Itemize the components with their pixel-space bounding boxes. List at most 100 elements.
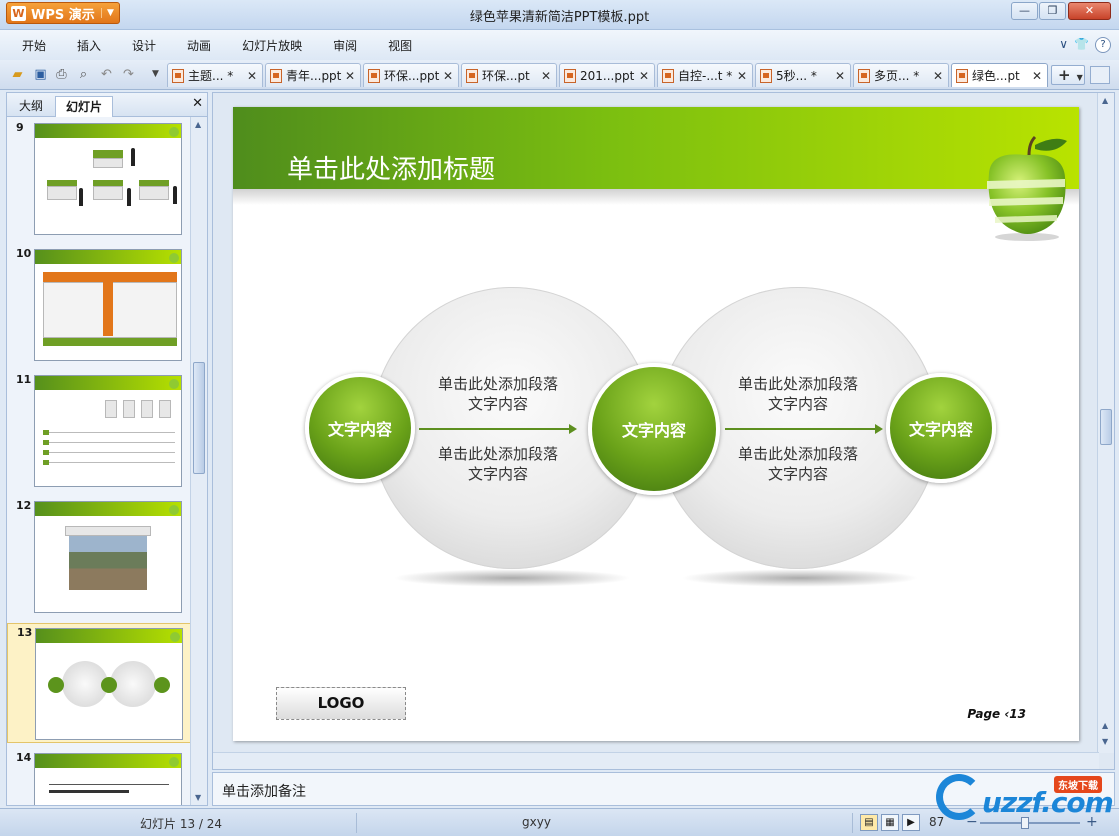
- close-icon[interactable]: ✕: [834, 69, 846, 83]
- ppt-file-icon: [270, 68, 282, 83]
- close-icon[interactable]: ✕: [442, 69, 454, 83]
- ppt-file-icon: [466, 68, 478, 83]
- window-title: 绿色苹果清新简洁PPT模板.ppt: [469, 10, 650, 25]
- plus-icon: +: [1058, 66, 1071, 84]
- doc-tab-1[interactable]: 主题... * ✕: [167, 63, 263, 87]
- tab-list-button[interactable]: [1090, 66, 1110, 84]
- slide-thumbnail-row-selected[interactable]: 13: [7, 623, 191, 743]
- slide-thumbnail[interactable]: [35, 628, 183, 740]
- menu-view[interactable]: 视图: [388, 37, 412, 54]
- circle-shadow-left: [393, 569, 631, 587]
- close-panel-icon[interactable]: ✕: [192, 96, 203, 111]
- doc-tab-2[interactable]: 青年...ppt ✕: [265, 63, 361, 87]
- skin-shirt-icon[interactable]: 👕: [1074, 37, 1089, 53]
- menu-insert[interactable]: 插入: [77, 37, 101, 54]
- menu-design[interactable]: 设计: [132, 37, 156, 54]
- title-bar: W WPS 演示 ▼ 绿色苹果清新简洁PPT模板.ppt — ❐ ✕: [0, 0, 1119, 30]
- slide-thumbnail[interactable]: [34, 249, 182, 361]
- doc-tab-active[interactable]: 绿色...pt ✕: [951, 63, 1048, 87]
- tab-outline[interactable]: 大纲: [9, 96, 53, 117]
- slide-number: 11: [16, 373, 32, 386]
- paragraph-text-2b[interactable]: 单击此处添加段落文字内容: [718, 444, 878, 484]
- close-icon[interactable]: ✕: [1031, 69, 1043, 83]
- print-icon[interactable]: ⎙: [53, 66, 70, 83]
- arrow-connector-2: [725, 424, 883, 434]
- close-icon[interactable]: ✕: [638, 69, 650, 83]
- tab-slides[interactable]: 幻灯片: [55, 96, 114, 117]
- menu-slideshow[interactable]: 幻灯片放映: [242, 37, 302, 54]
- scroll-up-icon[interactable]: ▲: [1102, 96, 1108, 105]
- ppt-file-icon: [564, 68, 576, 83]
- slide-title-placeholder[interactable]: 单击此处添加标题: [287, 149, 495, 186]
- quick-access-toolbar: ▰ ▣ ⎙ ⌕ ↶ ↷ ▼ 主题... * ✕ 青年...ppt ✕ 环保...…: [0, 60, 1119, 90]
- print-preview-icon[interactable]: ⌕: [75, 66, 92, 83]
- thumbnail-scrollbar[interactable]: ▲ ▼: [190, 117, 207, 805]
- node-circle-2[interactable]: 文字内容: [588, 363, 720, 495]
- normal-view-icon[interactable]: ▤: [860, 814, 878, 831]
- doc-tab-6[interactable]: 自控-...t * ✕: [657, 63, 753, 87]
- ppt-file-icon: [956, 68, 968, 83]
- close-icon[interactable]: ✕: [932, 69, 944, 83]
- ppt-file-icon: [760, 68, 772, 83]
- customize-toolbar-icon[interactable]: ▼: [147, 66, 164, 83]
- slide-thumbnail-row[interactable]: 14: [7, 749, 191, 805]
- paragraph-text-2a[interactable]: 单击此处添加段落文字内容: [718, 374, 878, 414]
- slide-thumbnail[interactable]: [34, 375, 182, 487]
- doc-tab-8[interactable]: 多页... * ✕: [853, 63, 949, 87]
- slide-thumbnail-row[interactable]: 10: [7, 245, 191, 365]
- slide-number: 9: [16, 121, 24, 134]
- doc-tab-7[interactable]: 5秒... * ✕: [755, 63, 851, 87]
- previous-slide-icon[interactable]: ▲: [1102, 721, 1108, 730]
- slide-horizontal-scrollbar[interactable]: [213, 752, 1099, 769]
- slide-thumbnail[interactable]: [34, 753, 182, 805]
- slide-thumbnail-row[interactable]: 12: [7, 497, 191, 617]
- theme-name: gxyy: [522, 815, 551, 829]
- next-slide-icon[interactable]: ▼: [1102, 737, 1108, 746]
- node-circle-1[interactable]: 文字内容: [305, 373, 415, 483]
- paragraph-text-1b[interactable]: 单击此处添加段落文字内容: [418, 444, 578, 484]
- slide-thumbnail-row[interactable]: 9: [7, 119, 191, 239]
- close-button[interactable]: ✕: [1068, 2, 1111, 20]
- page-number: Page ‹13: [967, 707, 1026, 721]
- scroll-thumb[interactable]: [193, 362, 205, 474]
- menu-home[interactable]: 开始: [22, 37, 46, 54]
- help-icon[interactable]: ?: [1095, 37, 1111, 53]
- watermark-badge: 东坡下载: [1054, 776, 1102, 793]
- current-slide[interactable]: 单击此处添加标题 文字内容 文字内容 文字内容 单击此处添加段落文字内容 单击此…: [233, 107, 1079, 741]
- slide-thumbnail[interactable]: [34, 123, 182, 235]
- undo-icon[interactable]: ↶: [98, 66, 115, 83]
- notes-placeholder[interactable]: 单击添加备注: [222, 781, 306, 801]
- menu-review[interactable]: 审阅: [333, 37, 357, 54]
- scroll-down-icon[interactable]: ▼: [195, 793, 201, 802]
- redo-icon[interactable]: ↷: [120, 66, 137, 83]
- doc-tab-4[interactable]: 环保...pt ✕: [461, 63, 557, 87]
- paragraph-text-1a[interactable]: 单击此处添加段落文字内容: [418, 374, 578, 414]
- menu-animation[interactable]: 动画: [187, 37, 211, 54]
- slideshow-icon[interactable]: ▶: [902, 814, 920, 831]
- doc-tab-3[interactable]: 环保...ppt ✕: [363, 63, 459, 87]
- save-icon[interactable]: ▣: [32, 66, 49, 83]
- slide-vertical-scrollbar[interactable]: ▲ ▲ ▼: [1097, 93, 1114, 753]
- new-tab-button[interactable]: + ▼: [1051, 65, 1085, 85]
- slide-thumbnail[interactable]: [34, 501, 182, 613]
- node-circle-3[interactable]: 文字内容: [886, 373, 996, 483]
- slide-sorter-icon[interactable]: ▦: [881, 814, 899, 831]
- logo-placeholder[interactable]: LOGO: [276, 687, 406, 720]
- close-icon[interactable]: ✕: [344, 69, 356, 83]
- thumbnail-list: 9 10 11 12 13 14: [7, 117, 191, 805]
- slide-number: 13: [17, 626, 33, 639]
- ppt-file-icon: [858, 68, 870, 83]
- collapse-ribbon-icon[interactable]: ∨: [1059, 37, 1068, 53]
- close-icon[interactable]: ✕: [540, 69, 552, 83]
- doc-tab-5[interactable]: 201...ppt ✕: [559, 63, 655, 87]
- menu-bar: 开始 插入 设计 动画 幻灯片放映 审阅 视图 ∨ 👕 ?: [0, 30, 1119, 60]
- scroll-up-icon[interactable]: ▲: [195, 120, 201, 129]
- close-icon[interactable]: ✕: [736, 69, 748, 83]
- minimize-button[interactable]: —: [1011, 2, 1038, 20]
- restore-button[interactable]: ❐: [1039, 2, 1066, 20]
- slide-thumbnail-row[interactable]: 11: [7, 371, 191, 491]
- close-icon[interactable]: ✕: [246, 69, 258, 83]
- scroll-thumb[interactable]: [1100, 409, 1112, 445]
- open-folder-icon[interactable]: ▰: [9, 66, 26, 83]
- slide-number: 14: [16, 751, 32, 764]
